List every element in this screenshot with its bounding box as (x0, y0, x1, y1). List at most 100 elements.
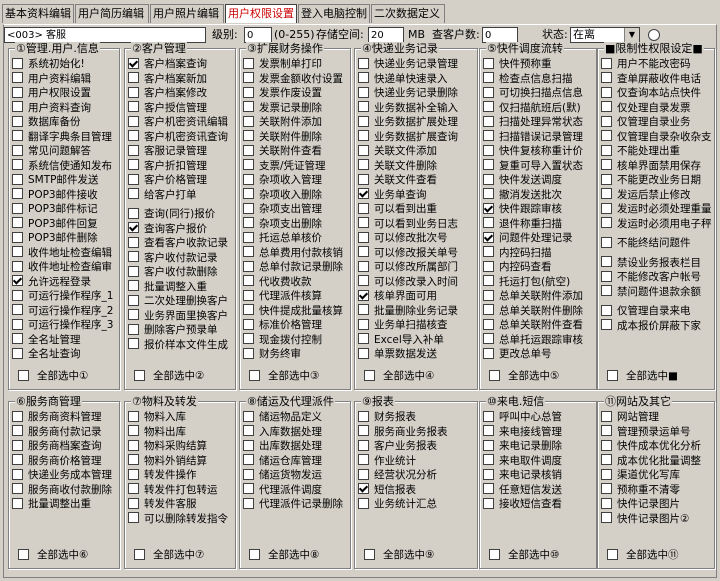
checkbox-icon[interactable] (243, 144, 254, 156)
select-all-checkbox[interactable]: 全部选中① (18, 368, 88, 383)
permission-item[interactable]: 允许远程登录 (12, 275, 117, 290)
permission-item[interactable]: 客户机密资讯编辑 (128, 115, 233, 130)
permission-item[interactable]: 用户资料查询 (12, 101, 117, 116)
checkbox-icon[interactable] (243, 188, 254, 199)
permission-item[interactable]: 客户机密资讯查询 (128, 130, 233, 145)
checkbox-icon[interactable] (128, 497, 139, 509)
permission-item[interactable]: 客户授信管理 (128, 101, 233, 116)
permission-item[interactable]: 转发件客服 (128, 497, 233, 512)
checkbox-icon[interactable] (483, 304, 494, 315)
checkbox-icon[interactable] (12, 454, 23, 465)
checkbox-icon[interactable] (483, 454, 494, 465)
checkbox-icon[interactable] (12, 159, 23, 170)
permission-item[interactable]: 出库数据处理 (243, 439, 348, 454)
permission-item[interactable]: 代理派件核算 (243, 289, 348, 304)
checkbox-icon[interactable] (358, 468, 369, 480)
checkbox-icon[interactable] (128, 483, 139, 494)
permission-item[interactable]: 业务数据补全输入 (358, 101, 475, 116)
permission-item[interactable]: 全名址查询 (12, 347, 117, 362)
checkbox-icon[interactable] (601, 425, 612, 436)
checkbox-icon[interactable] (243, 246, 254, 257)
permission-item[interactable]: 可以修改批次号 (358, 231, 475, 246)
checkbox-icon[interactable] (483, 115, 494, 127)
checkbox-icon[interactable] (483, 468, 494, 480)
checkbox-icon[interactable] (358, 72, 369, 83)
checkbox-icon[interactable] (601, 188, 612, 199)
checkbox-icon[interactable] (12, 497, 23, 509)
checkbox-icon[interactable] (483, 347, 494, 359)
permission-item[interactable]: 托运打包(航空) (483, 275, 594, 290)
permission-item[interactable]: 物料入库 (128, 410, 233, 425)
permission-item[interactable]: 可运行操作程序_1 (12, 289, 117, 304)
checkbox-icon[interactable] (243, 159, 254, 170)
checkbox-checked-icon[interactable] (128, 222, 139, 233)
permission-item[interactable]: 给客户打单 (128, 188, 233, 203)
permission-item[interactable]: 客户收付款删除 (128, 265, 233, 280)
permission-item[interactable]: 转发件打包转运 (128, 483, 233, 498)
permission-item[interactable]: 支票/凭证管理 (243, 159, 348, 174)
permission-item[interactable]: 代理派件记录删除 (243, 497, 348, 512)
permission-item[interactable]: 扫描错误记录管理 (483, 130, 594, 145)
permission-item[interactable]: 任意短信发送 (483, 483, 594, 498)
checkbox-icon[interactable] (358, 497, 369, 509)
checkbox-icon[interactable] (358, 159, 369, 170)
permission-item[interactable]: 核单界面可用 (358, 289, 475, 304)
checkbox-icon[interactable] (12, 318, 23, 330)
checkbox-checked-icon[interactable] (358, 289, 369, 301)
permission-item[interactable]: 储运仓库管理 (243, 454, 348, 469)
permission-item[interactable]: 总单托运跟踪审核 (483, 333, 594, 348)
permission-item[interactable]: 标准价格管理 (243, 318, 348, 333)
permission-item[interactable]: 快件发送调度 (483, 173, 594, 188)
checkbox-icon[interactable] (601, 256, 612, 267)
permission-item[interactable]: 快递业务成本管理 (12, 468, 117, 483)
checkbox-icon[interactable] (601, 483, 612, 494)
checkbox-checked-icon[interactable] (483, 231, 494, 243)
permission-item[interactable]: 财务终审 (243, 347, 348, 362)
select-all-checkbox[interactable]: 全部选中⑨ (364, 547, 434, 562)
permission-item[interactable]: 快件提成批量核算 (243, 304, 348, 319)
checkbox-icon[interactable] (128, 425, 139, 436)
checkbox-icon[interactable] (243, 231, 254, 243)
permission-item[interactable]: 发票金额收付设置 (243, 72, 348, 87)
permission-item[interactable]: 储运货物发运 (243, 468, 348, 483)
permission-item[interactable]: 可以修改所属部门 (358, 260, 475, 275)
permission-item[interactable]: 杂项支出删除 (243, 217, 348, 232)
checkbox-icon[interactable] (134, 548, 145, 560)
checkbox-icon[interactable] (601, 57, 612, 69)
permission-item[interactable]: 核单界面禁用保存 (601, 159, 712, 174)
permission-item[interactable]: 网站管理 (601, 410, 712, 425)
permission-item[interactable]: 服务商档案查询 (12, 439, 117, 454)
checkbox-icon[interactable] (12, 130, 23, 141)
checkbox-icon[interactable] (601, 115, 612, 127)
checkbox-icon[interactable] (483, 130, 494, 141)
checkbox-icon[interactable] (243, 217, 254, 228)
checkbox-icon[interactable] (128, 265, 139, 277)
user-select-field[interactable]: <003> 客服 (4, 27, 206, 43)
checkbox-icon[interactable] (358, 260, 369, 272)
permission-item[interactable]: 批量调整入重 (128, 280, 233, 295)
checkbox-icon[interactable] (483, 410, 494, 422)
level-input[interactable]: 0 (244, 27, 272, 43)
permission-item[interactable]: 呼叫中心总管 (483, 410, 594, 425)
checkbox-icon[interactable] (12, 304, 23, 315)
checkbox-icon[interactable] (607, 548, 618, 560)
checkbox-icon[interactable] (358, 86, 369, 98)
permission-item[interactable]: 代理派件调度 (243, 483, 348, 498)
permission-item[interactable]: 常见问题解答 (12, 144, 117, 159)
permission-item[interactable]: 业务数据扩展处理 (358, 115, 475, 130)
permission-item[interactable]: 入库数据处理 (243, 425, 348, 440)
select-all-checkbox[interactable]: 全部选中⑪ (607, 547, 679, 562)
permission-item[interactable]: 客户档案新加 (128, 72, 233, 87)
permission-item[interactable]: 总单关联附件删除 (483, 304, 594, 319)
permission-item[interactable]: 作业统计 (358, 454, 475, 469)
checkbox-icon[interactable] (12, 101, 23, 112)
permission-item[interactable]: 渠道优化写库 (601, 468, 712, 483)
permission-item[interactable]: 禁问题件退款余额 (601, 285, 712, 300)
permission-item[interactable]: 服务商收付款删除 (12, 483, 117, 498)
permission-item[interactable]: 发运时必须用电子秤 (601, 217, 712, 232)
permission-item[interactable]: 单票数据发送 (358, 347, 475, 362)
permission-item[interactable]: 可切换扫描点信息 (483, 86, 594, 101)
checkbox-icon[interactable] (243, 86, 254, 98)
permission-item[interactable]: 快递业务记录删除 (358, 86, 475, 101)
checkbox-icon[interactable] (243, 483, 254, 494)
